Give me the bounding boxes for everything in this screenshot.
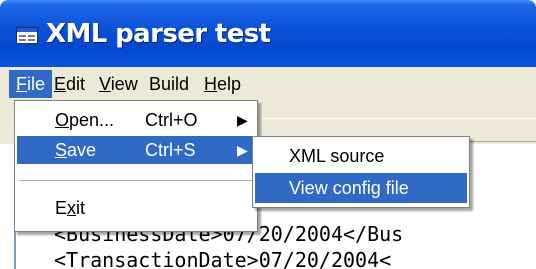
menu-view-mnemonic: V xyxy=(99,74,111,94)
submenu-arrow-icon: ▶ xyxy=(237,112,248,128)
menu-file-mnemonic: F xyxy=(16,74,27,94)
menu-help[interactable]: Help xyxy=(197,70,248,98)
menu-help-mnemonic: H xyxy=(204,74,217,94)
submenu-item-view-config-label: View config file xyxy=(289,178,409,198)
submenu-item-xml-source-label: XML source xyxy=(289,146,385,166)
menu-file-label: ile xyxy=(27,74,46,94)
menu-item-exit-label: Exit xyxy=(55,198,86,218)
submenu-item-xml-source[interactable]: XML source xyxy=(255,141,467,171)
menu-view[interactable]: View xyxy=(92,70,145,98)
menu-item-open[interactable]: Open... Ctrl+O ▶ xyxy=(17,106,255,134)
menu-item-exit[interactable]: Exit xyxy=(17,194,255,222)
menu-edit-label: dit xyxy=(66,74,86,94)
menu-item-save-label: Save xyxy=(55,140,97,160)
menu-item-save-shortcut: Ctrl+S xyxy=(145,140,196,160)
menu-file[interactable]: File xyxy=(9,70,53,98)
menu-build[interactable]: Build xyxy=(142,70,196,98)
window-title: XML parser test xyxy=(46,19,271,49)
menu-help-label: elp xyxy=(217,74,242,94)
save-submenu: XML source View config file xyxy=(252,136,470,208)
menu-edit-mnemonic: E xyxy=(54,74,67,94)
editor-line: <TransactionDate>07/20/2004< xyxy=(54,248,392,269)
menu-item-open-label: Open... xyxy=(55,110,115,130)
submenu-item-view-config[interactable]: View config file xyxy=(255,173,467,203)
app-window-icon xyxy=(16,27,38,44)
menu-separator xyxy=(19,180,253,182)
menu-item-open-shortcut: Ctrl+O xyxy=(145,110,198,130)
submenu-arrow-icon: ▶ xyxy=(237,142,248,158)
menu-view-label: iew xyxy=(110,74,138,94)
menu-edit[interactable]: Edit xyxy=(47,70,92,98)
menu-item-save[interactable]: Save Ctrl+S ▶ xyxy=(17,136,255,164)
file-menu-dropdown: Open... Ctrl+O ▶ Save Ctrl+S ▶ Exit xyxy=(14,100,258,232)
app-window: XML parser test File Edit View Build Hel… xyxy=(0,0,536,269)
title-bar[interactable]: XML parser test xyxy=(0,0,536,67)
